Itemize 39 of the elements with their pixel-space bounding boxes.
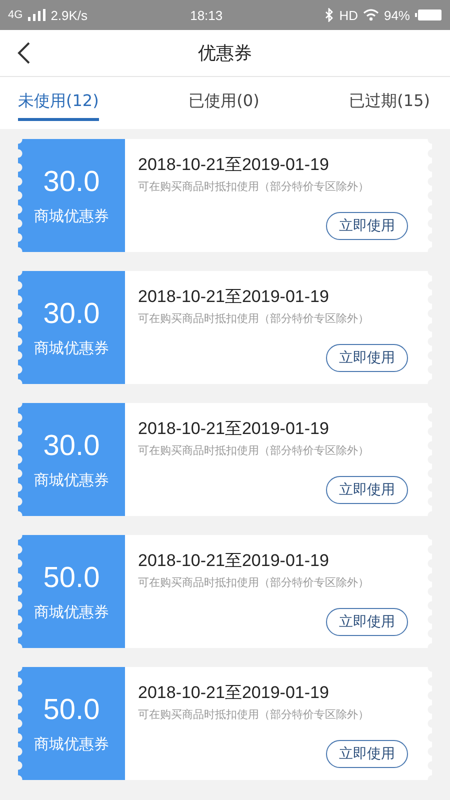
usage-note: 可在购买商品时抵扣使用（部分特价专区除外） xyxy=(138,707,370,722)
tab[interactable]: 未使用(12) xyxy=(18,85,99,121)
use-now-button[interactable]: 立即使用 xyxy=(326,212,408,240)
usage-note: 可在购买商品时抵扣使用（部分特价专区除外） xyxy=(138,311,370,326)
tab[interactable]: 已过期(15) xyxy=(349,85,430,121)
coupon-amount: 50.0 xyxy=(43,694,100,726)
coupon-type: 商城优惠券 xyxy=(34,602,109,622)
use-now-button[interactable]: 立即使用 xyxy=(326,344,408,372)
wifi-icon xyxy=(362,9,379,21)
network-speed: 2.9K/s xyxy=(50,8,88,22)
coupon-type: 商城优惠券 xyxy=(34,470,109,490)
signal-icon xyxy=(28,9,46,21)
bluetooth-icon xyxy=(325,8,334,22)
coupon-amount: 30.0 xyxy=(43,298,100,330)
validity-period: 2018-10-21至2019-01-19 xyxy=(138,682,330,704)
coupon-type: 商城优惠券 xyxy=(34,338,109,358)
usage-note: 可在购买商品时抵扣使用（部分特价专区除外） xyxy=(138,179,370,194)
coupon-type: 商城优惠券 xyxy=(34,734,109,754)
coupon-type: 商城优惠券 xyxy=(34,206,109,226)
validity-period: 2018-10-21至2019-01-19 xyxy=(138,550,330,572)
coupon-amount: 30.0 xyxy=(43,430,100,462)
back-icon[interactable] xyxy=(17,41,31,65)
use-now-button[interactable]: 立即使用 xyxy=(326,608,408,636)
tab[interactable]: 已使用(0) xyxy=(188,85,260,121)
hd-label: HD xyxy=(339,8,358,22)
validity-period: 2018-10-21至2019-01-19 xyxy=(138,418,330,440)
page-title: 优惠券 xyxy=(198,42,252,65)
validity-period: 2018-10-21至2019-01-19 xyxy=(138,286,330,308)
coupon-amount: 30.0 xyxy=(43,166,100,198)
clock: 18:13 xyxy=(190,8,223,22)
usage-note: 可在购买商品时抵扣使用（部分特价专区除外） xyxy=(138,575,370,590)
network-label: 4G xyxy=(8,9,23,21)
use-now-button[interactable]: 立即使用 xyxy=(326,740,408,768)
battery-level: 94% xyxy=(384,8,410,22)
validity-period: 2018-10-21至2019-01-19 xyxy=(138,154,330,176)
coupon-amount: 50.0 xyxy=(43,562,100,594)
battery-icon xyxy=(415,9,442,21)
use-now-button[interactable]: 立即使用 xyxy=(326,476,408,504)
usage-note: 可在购买商品时抵扣使用（部分特价专区除外） xyxy=(138,443,370,458)
